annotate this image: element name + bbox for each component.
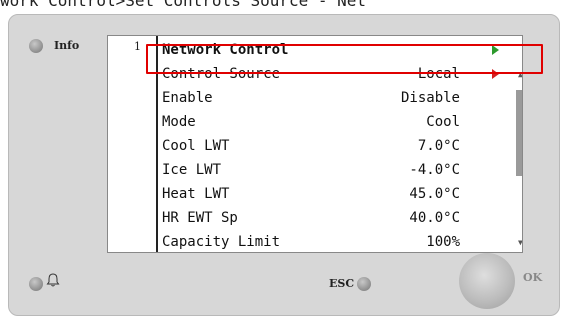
ok-label: OK [523,271,543,284]
menu-row-cool-lwt[interactable]: Cool LWT 7.0°C [160,134,512,158]
triangle-down-icon[interactable]: ▼ [518,238,522,247]
page-caption: work Control>Set Controls Source - Net [0,0,367,10]
row-label: Mode [162,114,196,130]
row-value: 100% [426,234,460,250]
scrollbar-thumb[interactable] [516,90,522,176]
row-label: Enable [162,90,213,106]
row-value: Disable [400,90,460,106]
menu-row-enable[interactable]: Enable Disable [160,86,512,110]
esc-button[interactable] [357,277,371,291]
row-label: HR EWT Sp [162,210,238,226]
esc-label: ESC [329,277,355,290]
info-led[interactable] [29,39,43,53]
row-label: Ice LWT [162,162,222,178]
row-value: 40.0°C [409,210,460,226]
row-label: Cool LWT [162,138,230,154]
row-value: 45.0°C [409,186,460,202]
menu-row-mode[interactable]: Mode Cool [160,110,512,134]
info-label: Info [54,39,80,52]
menu-row-capacity-limit[interactable]: Capacity Limit 100% [160,230,512,252]
row-label: Capacity Limit [162,234,281,250]
ok-knob[interactable] [459,253,515,309]
row-value: -4.0°C [409,162,460,178]
bell-icon[interactable] [45,272,61,288]
row-value: Cool [426,114,460,130]
row-value: 7.0°C [417,138,460,154]
line-number: 1 [134,40,141,53]
alarm-led[interactable] [29,277,43,291]
selection-highlight [146,44,543,74]
row-label: Heat LWT [162,186,230,202]
menu-row-heat-lwt[interactable]: Heat LWT 45.0°C [160,182,512,206]
menu-row-ice-lwt[interactable]: Ice LWT -4.0°C [160,158,512,182]
menu-row-hr-ewt-sp[interactable]: HR EWT Sp 40.0°C [160,206,512,230]
